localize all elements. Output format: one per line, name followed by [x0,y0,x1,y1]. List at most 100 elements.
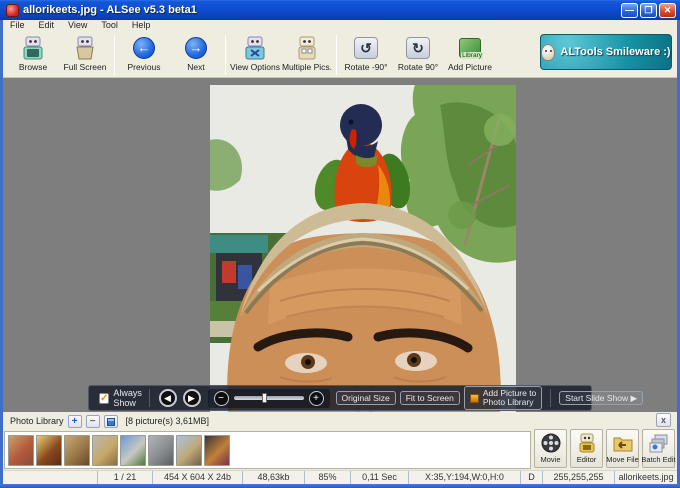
always-show-label: Always Show [113,388,142,408]
next-button[interactable]: → Next [170,33,222,76]
multiple-pics-label: Multiple Pics. [281,62,333,72]
batch-edit-label: Batch Edit [641,455,676,464]
zoom-out-button[interactable]: − [213,390,229,406]
view-options-label: View Options [230,62,280,72]
thumbnail[interactable] [120,434,146,466]
thumbnail[interactable] [92,434,118,466]
photo-library-title: Photo Library [10,416,64,426]
editor-button[interactable]: Editor [570,429,603,468]
move-file-label: Move File [606,455,639,464]
browse-label: Browse [18,62,48,72]
status-dimensions: 454 X 604 X 24b [153,471,243,485]
checkbox-checked-icon[interactable]: ✓ [99,392,110,404]
menu-tool[interactable]: Tool [94,20,125,31]
zoom-in-button[interactable]: + [308,390,324,406]
movie-reel-icon [540,432,562,454]
grid-icon [106,417,115,426]
close-button[interactable]: ✕ [659,2,676,18]
movie-button[interactable]: Movie [534,429,567,468]
viewer-control-bar: ✓ Always Show ◀ ▶ − + Original Size Fit … [88,385,644,411]
menu-view[interactable]: View [61,20,94,31]
full-screen-label: Full Screen [63,62,107,72]
view-options-robot-icon [242,35,268,61]
divider [550,389,552,407]
batch-edit-button[interactable]: Batch Edit [641,429,676,468]
zoom-panel: − + [207,388,330,408]
altools-smileware-button[interactable]: ALTools Smileware :) [540,34,672,70]
thumbnail[interactable] [176,434,202,466]
zoom-slider-thumb[interactable] [261,393,267,403]
altools-label: ALTools Smileware :) [560,46,671,58]
library-view-button[interactable] [103,414,118,428]
thumbnail[interactable] [36,434,62,466]
rotate-cw-button[interactable]: ↻ Rotate 90° [392,33,444,76]
maximize-button[interactable]: ❐ [640,2,657,18]
divider [148,389,150,407]
photo-library-header: Photo Library + − [8 picture(s) 3,61MB] … [3,412,677,430]
full-screen-robot-icon [72,35,98,61]
menu-edit[interactable]: Edit [32,20,62,31]
title-bar: allorikeets.jpg - ALSee v5.3 beta1 — ❐ ✕ [0,0,680,20]
status-coordinates: X:35,Y:194,W:0,H:0 [409,471,521,485]
thumbnail-strip [4,431,531,469]
altools-mascot-icon [541,43,556,61]
thumbnail[interactable] [204,434,230,466]
toolbar: Browse Full Screen ← Previous → Next Vie… [3,31,677,78]
start-slideshow-button[interactable]: Start Slide Show ▶ [559,390,644,406]
editor-label: Editor [576,455,597,464]
app-icon [6,3,19,17]
status-rgb: 255,255,255 [543,471,615,485]
move-file-button[interactable]: Move File [606,429,639,468]
add-picture-to-library-button[interactable]: Add Picture to Photo Library [463,386,543,410]
next-image-button[interactable]: ▶ [182,389,201,407]
menu-help[interactable]: Help [125,20,158,31]
add-picture-line2: Photo Library [482,397,534,407]
thumbnail[interactable] [64,434,90,466]
photo-library-panel: Photo Library + − [8 picture(s) 3,61MB] … [3,412,677,470]
menu-file[interactable]: File [3,20,32,31]
original-size-button[interactable]: Original Size [335,390,396,406]
add-picture-button[interactable]: Library Add Picture [444,33,496,76]
always-show-toggle[interactable]: ✓ Always Show [99,388,143,408]
thumbnail[interactable] [8,434,34,466]
folder-move-icon [612,432,634,454]
library-close-button[interactable]: x [656,413,671,427]
full-screen-button[interactable]: Full Screen [59,33,111,76]
status-filesize: 48,63kb [243,471,305,485]
zoom-slider[interactable] [233,393,304,403]
library-remove-button[interactable]: − [85,414,100,428]
minimize-button[interactable]: — [621,2,638,18]
library-count: [8 picture(s) 3,61MB] [125,416,210,426]
previous-button[interactable]: ← Previous [118,33,170,76]
previous-label: Previous [127,62,161,72]
library-actions: Movie Editor Move File Batch Edit [534,429,676,468]
toolbar-separator [225,35,226,75]
thumbnail[interactable] [148,434,174,466]
photo-lorikeet-on-mans-head [210,85,516,412]
toolbar-separator [114,35,115,75]
status-empty [3,471,98,485]
fit-to-screen-button[interactable]: Fit to Screen [399,390,460,406]
browse-button[interactable]: Browse [7,33,59,76]
status-filename: allorikeets.jpg [618,472,674,482]
multiple-pics-button[interactable]: Multiple Pics. [281,33,333,76]
status-index: 1 / 21 [98,471,153,485]
next-arrow-icon: → [185,37,207,59]
status-bar: 1 / 21 454 X 604 X 24b 48,63kb 85% 0,11 … [3,470,677,485]
rotate-ccw-button[interactable]: ↺ Rotate -90° [340,33,392,76]
add-picture-label: Add Picture [448,62,492,72]
rotate-ccw-icon: ↺ [354,37,378,59]
editor-robot-icon [576,432,598,454]
prev-image-button[interactable]: ◀ [158,389,177,407]
add-picture-icon [469,393,479,403]
browse-robot-icon [20,35,46,61]
library-add-button[interactable]: + [67,414,82,428]
status-zoom: 85% [305,471,351,485]
rotate-cw-label: Rotate 90° [397,62,439,72]
window-title: allorikeets.jpg - ALSee v5.3 beta1 [23,4,197,16]
view-options-button[interactable]: View Options [229,33,281,76]
multiple-pics-robot-icon [294,35,320,61]
previous-arrow-icon: ← [133,37,155,59]
viewer-area: ✓ Always Show ◀ ▶ − + Original Size Fit … [3,78,677,412]
library-box-icon: Library [459,38,483,59]
